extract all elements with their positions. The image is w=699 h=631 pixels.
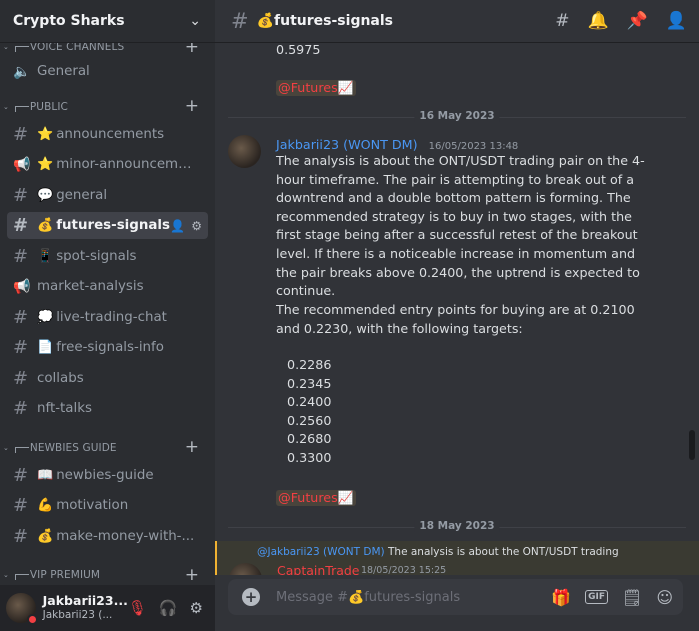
- hash-icon: #: [13, 123, 29, 145]
- chevron-down-icon[interactable]: ⌄: [189, 13, 201, 29]
- hash-icon: #: [13, 398, 29, 419]
- channel-newbies-guide[interactable]: # 📖 newbies-guide: [7, 462, 208, 489]
- add-channel-icon[interactable]: +: [185, 439, 199, 456]
- hash-icon: #: [13, 306, 29, 328]
- avatar[interactable]: [6, 593, 38, 625]
- hash-icon: #: [231, 9, 249, 33]
- chevron-icon: ⌄: [3, 571, 9, 579]
- role-mention[interactable]: @Futures📈: [276, 80, 356, 96]
- add-member-icon[interactable]: 👤: [170, 219, 185, 233]
- reply-preview: The analysis is about the ONT/USDT tradi…: [388, 546, 619, 558]
- add-channel-icon[interactable]: +: [185, 98, 199, 115]
- megaphone-icon: 📢: [13, 156, 31, 173]
- channel-motivation[interactable]: # 💪 motivation: [7, 492, 208, 519]
- category-voice[interactable]: ⌄ VOICE CHANNELS +: [0, 43, 215, 55]
- hash-icon: #: [13, 464, 29, 486]
- user-tag: Jakbarii23 (...: [42, 609, 113, 621]
- role-mention[interactable]: @Futures📈: [276, 490, 356, 506]
- channel-list: ⌄ VOICE CHANNELS + 🔈 General ⌄ PUBLIC + …: [0, 43, 215, 585]
- message-text: The analysis is about the ONT/USDT tradi…: [276, 153, 645, 299]
- speaker-icon: 🔈: [13, 63, 31, 80]
- list-item: 0.2560: [287, 412, 332, 428]
- avatar[interactable]: [228, 135, 261, 168]
- category-vip[interactable]: ⌄ VIP PREMIUM +: [0, 565, 215, 585]
- gear-icon[interactable]: ⚙: [190, 599, 203, 617]
- channel-nft-talks[interactable]: # nft-talks: [7, 395, 208, 422]
- pin-icon[interactable]: 📌: [627, 11, 648, 31]
- category-public[interactable]: ⌄ PUBLIC +: [0, 97, 215, 117]
- avatar[interactable]: [229, 563, 262, 575]
- channel-sidebar: Crypto Sharks ⌄ ⌄ VOICE CHANNELS + 🔈 Gen…: [0, 0, 215, 631]
- channel-free-signals-info[interactable]: # 📄 free-signals-info: [7, 334, 208, 361]
- reply-message: @Jakbarii23 (WONT DM) The analysis is ab…: [215, 541, 699, 575]
- date-divider: 16 May 2023: [228, 110, 686, 124]
- headphones-icon[interactable]: 🎧: [159, 599, 178, 617]
- reply-author: @Jakbarii23 (WONT DM): [257, 546, 385, 558]
- add-channel-icon[interactable]: +: [185, 566, 199, 584]
- message-input[interactable]: [276, 589, 552, 605]
- sticker-icon[interactable]: 🗒: [622, 588, 642, 607]
- hash-icon: #: [13, 184, 29, 206]
- user-panel: Jakbarii23... Jakbarii23 (... 🎙 🎧 ⚙: [0, 585, 215, 631]
- channel-general-voice[interactable]: 🔈 General: [7, 58, 208, 85]
- message-timestamp: 18/05/2023 15:25: [361, 565, 447, 575]
- category-label: VOICE CHANNELS: [29, 43, 125, 53]
- message-timestamp: 16/05/2023 13:48: [428, 141, 519, 152]
- emoji-icon[interactable]: ☺: [656, 588, 673, 607]
- hash-icon: #: [13, 495, 29, 516]
- message-text: The recommended entry points for buying …: [276, 302, 635, 336]
- channel-general[interactable]: # 💬 general: [7, 182, 208, 209]
- hash-icon: #: [13, 367, 29, 389]
- target-list: 0.2286 0.2345 0.2400 0.2560 0.2680 0.330…: [287, 356, 331, 468]
- channel-minor-announcements[interactable]: 📢 ⭐ minor-announceme...: [7, 151, 208, 178]
- gif-icon[interactable]: GIF: [585, 590, 608, 604]
- scrollbar[interactable]: [689, 430, 695, 460]
- chevron-icon: ⌄: [3, 43, 9, 51]
- message-author[interactable]: CaptainTrade: [277, 563, 360, 575]
- category-newbies[interactable]: ⌄ NEWBIES GUIDE +: [0, 438, 215, 458]
- channel-header: # 💰futures-signals # 🔔 📌 👤: [215, 0, 699, 43]
- hash-icon: #: [13, 245, 29, 267]
- channel-futures-signals[interactable]: # 💰 futures-signals 👤 ⚙: [7, 212, 208, 239]
- hash-icon: #: [13, 215, 29, 236]
- chat-area: # 💰futures-signals # 🔔 📌 👤 0.5975 @Futur…: [215, 0, 699, 631]
- channel-title: futures-signals: [274, 13, 394, 29]
- members-icon[interactable]: 👤: [666, 11, 687, 31]
- chevron-icon: ⌄: [3, 102, 9, 111]
- plus-icon[interactable]: +: [242, 588, 260, 606]
- chevron-icon: ⌄: [3, 443, 9, 452]
- hash-icon: #: [13, 525, 29, 547]
- megaphone-icon: 📢: [13, 278, 31, 295]
- channel-collabs[interactable]: # collabs: [7, 365, 208, 392]
- server-name: Crypto Sharks: [13, 13, 125, 29]
- gear-icon[interactable]: ⚙: [191, 219, 202, 233]
- date-divider: 18 May 2023: [228, 520, 686, 534]
- list-item: 0.2286: [287, 357, 332, 372]
- gift-icon[interactable]: 🎁: [551, 588, 571, 607]
- list-item: 0.3300: [287, 449, 332, 465]
- message-composer: + 🎁 GIF 🗒 ☺: [228, 579, 683, 615]
- server-header[interactable]: Crypto Sharks ⌄: [0, 0, 215, 43]
- username: Jakbarii23...: [42, 593, 128, 608]
- list-item: 0.2400: [287, 394, 332, 410]
- threads-icon[interactable]: #: [555, 11, 569, 31]
- hash-icon: #: [13, 337, 29, 358]
- channel-spot-signals[interactable]: # 📱 spot-signals: [7, 243, 208, 270]
- mute-mic-icon[interactable]: 🎙: [128, 599, 147, 617]
- message-list: 0.5975 @Futures📈 16 May 2023 Jakbarii23 …: [215, 44, 699, 575]
- add-channel-icon[interactable]: +: [185, 43, 199, 56]
- list-item: 0.2345: [287, 375, 332, 391]
- message-author[interactable]: Jakbarii23 (WONT DM): [276, 137, 418, 152]
- message-text: 0.5975: [276, 44, 321, 57]
- bell-icon[interactable]: 🔔: [587, 11, 608, 31]
- status-dot: [26, 614, 38, 625]
- channel-market-analysis[interactable]: 📢 market-analysis: [7, 273, 208, 300]
- channel-make-money[interactable]: # 💰 make-money-with-...: [7, 523, 208, 550]
- list-item: 0.2680: [287, 431, 332, 447]
- channel-announcements[interactable]: # ⭐ announcements: [7, 121, 208, 148]
- channel-live-trading-chat[interactable]: # 💭 live-trading-chat: [7, 304, 208, 331]
